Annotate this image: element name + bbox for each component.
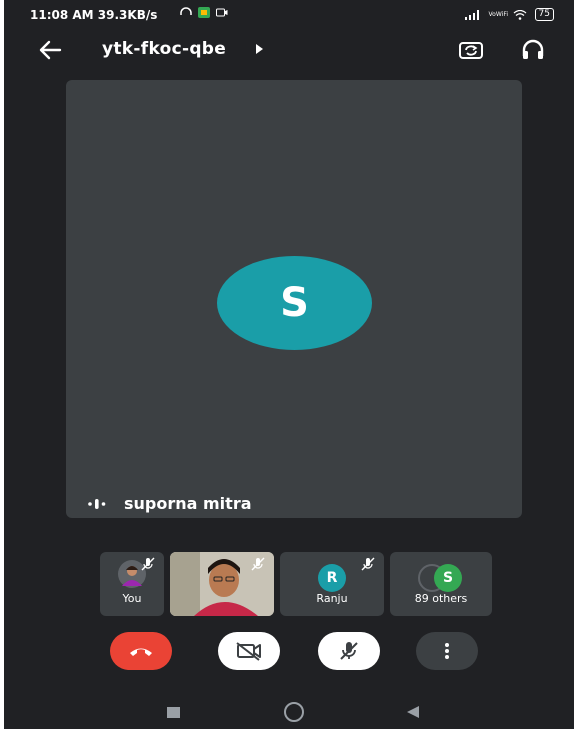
network-type: VoWiFi [488, 10, 509, 18]
system-nav-bar [4, 690, 574, 729]
more-vert-icon [445, 643, 449, 659]
wifi-icon [513, 9, 526, 20]
end-call-button[interactable] [110, 632, 172, 670]
camera-toggle-button[interactable] [218, 632, 280, 670]
microphone-toggle-button[interactable] [318, 632, 380, 670]
call-header: ytk-fkoc-qbe [4, 30, 574, 70]
status-right: VoWiFi 75 [464, 8, 554, 21]
speaker-label: suporna mitra [88, 494, 252, 513]
status-bar: 11:08 AM 39.3KB/s VoWiFi 75 [4, 0, 574, 30]
main-speaker-tile[interactable]: S suporna mitra [66, 80, 522, 518]
mic-off-icon [340, 642, 358, 660]
participant-tile-video[interactable] [170, 552, 274, 616]
headset-icon [180, 7, 192, 15]
meeting-details-caret-icon[interactable] [256, 44, 263, 54]
muted-mic-icon [361, 557, 375, 571]
speaking-indicator-icon [88, 498, 106, 509]
participant-avatar: R [318, 564, 346, 592]
participant-name: You [122, 592, 142, 605]
muted-mic-icon [141, 557, 155, 571]
audio-output-headphones-icon[interactable] [519, 38, 547, 62]
video-notification-icon [216, 8, 228, 17]
more-options-button[interactable] [416, 632, 478, 670]
others-count: 89 others [414, 592, 468, 605]
camera-off-icon [236, 642, 261, 661]
system-back-icon[interactable] [407, 706, 419, 718]
hang-up-icon [130, 648, 152, 656]
battery-indicator: 75 [534, 8, 554, 21]
participant-tile-self[interactable]: You [100, 552, 164, 616]
status-time: 11:08 AM 39.3KB/s [30, 8, 158, 22]
participant-avatar: S [434, 564, 462, 592]
app-notification-icon [198, 7, 210, 18]
meeting-code[interactable]: ytk-fkoc-qbe [102, 39, 226, 59]
participant-tile-others[interactable]: S 89 others [390, 552, 492, 616]
speaker-name: suporna mitra [124, 494, 252, 513]
participant-tile-ranju[interactable]: R Ranju [280, 552, 384, 616]
signal-icon [464, 9, 479, 20]
meet-screen: 11:08 AM 39.3KB/s VoWiFi 75 ytk-fkoc-qbe [4, 0, 574, 729]
home-icon[interactable] [284, 702, 304, 722]
recents-icon[interactable] [167, 707, 180, 718]
muted-mic-icon [251, 557, 265, 571]
participant-name: Ranju [316, 592, 348, 605]
speaker-avatar: S [217, 256, 372, 350]
back-arrow-icon[interactable] [36, 36, 64, 64]
switch-camera-icon[interactable] [457, 38, 485, 62]
notification-icons [180, 7, 228, 18]
